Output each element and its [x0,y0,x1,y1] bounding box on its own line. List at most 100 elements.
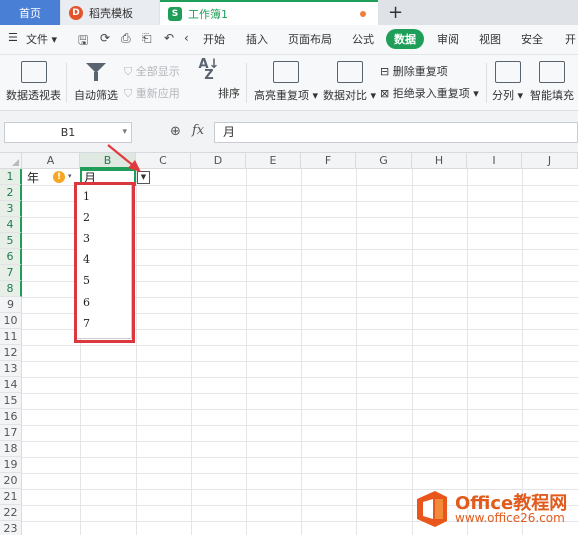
row-header-10[interactable]: 10 [0,313,22,329]
chevron-left-icon[interactable]: ‹ [184,31,189,45]
menu-start[interactable]: 开始 [203,31,225,47]
remove-duplicates-button[interactable]: ⊟ 删除重复项 [380,63,448,79]
row-header-16[interactable]: 16 [0,409,22,425]
warning-icon[interactable]: ! [53,171,65,183]
tab-template-label: 稻壳模板 [89,6,133,20]
row-header-1[interactable]: 1 [0,169,22,185]
menu-more[interactable]: 开 [565,31,576,47]
column-header-a[interactable]: A [22,153,80,169]
row-header-19[interactable]: 19 [0,457,22,473]
highlight-duplicates-button[interactable]: 高亮重复项 ▾ [254,61,318,103]
reject-duplicates-label: 拒绝录入重复项 [392,87,470,100]
column-header-f[interactable]: F [301,153,356,169]
unsaved-dot-icon [360,11,366,17]
row-header-7[interactable]: 7 [0,265,22,281]
menu-insert[interactable]: 插入 [246,31,268,47]
autofilter-button[interactable]: 自动筛选 [74,61,118,103]
row-header-8[interactable]: 8 [0,281,22,297]
fx-icon[interactable]: fx [192,123,204,138]
tab-workbook[interactable]: S 工作簿1 [160,0,378,25]
gridline [22,345,578,346]
data-compare-button[interactable]: 数据对比 ▾ [323,61,376,103]
smart-fill-button[interactable]: 智能填充 [530,61,574,103]
undo-icon[interactable]: ↶ [164,31,174,45]
autofilter-label: 自动筛选 [74,89,118,102]
smart-fill-icon [539,61,565,83]
gridline [301,169,302,535]
pivot-table-label: 数据透视表 [6,89,61,102]
column-header-j[interactable]: J [522,153,578,169]
menu-page-layout[interactable]: 页面布局 [288,31,332,47]
gridline [522,169,523,535]
tab-home[interactable]: 首页 [0,0,60,25]
row-header-6[interactable]: 6 [0,249,22,265]
column-header-b[interactable]: B [80,153,136,169]
chevron-down-icon: ▾ [514,89,524,102]
column-header-h[interactable]: H [412,153,467,169]
row-header-4[interactable]: 4 [0,217,22,233]
new-tab-button[interactable]: + [388,2,403,23]
hamburger-icon[interactable]: ☰ [8,31,18,44]
tab-template[interactable]: D 稻壳模板 [61,0,159,25]
print-preview-icon[interactable]: ⎗ [142,31,152,46]
sort-button[interactable]: 排序 [218,85,240,101]
row-header-21[interactable]: 21 [0,489,22,505]
menu-formula[interactable]: 公式 [352,31,374,47]
gridline [22,441,578,442]
name-box-value: B1 [60,126,76,139]
gridline [467,169,468,535]
row-header-11[interactable]: 11 [0,329,22,345]
split-columns-button[interactable]: 分列 ▾ [492,61,523,103]
pivot-table-button[interactable]: 数据透视表 [6,61,61,103]
row-header-9[interactable]: 9 [0,297,22,313]
gridline [22,473,578,474]
column-header-d[interactable]: D [191,153,246,169]
formula-input[interactable]: 月 [214,122,578,143]
select-all-corner[interactable] [0,153,22,169]
chevron-down-icon: ▾ [367,89,377,102]
print-icon[interactable]: ⎙ [121,31,131,46]
save-icon[interactable]: 🖫 [78,31,88,52]
row-header-13[interactable]: 13 [0,361,22,377]
dropdown-toggle-button[interactable]: ▼ [137,171,150,184]
menu-review[interactable]: 审阅 [437,31,459,47]
column-header-c[interactable]: C [136,153,191,169]
row-header-20[interactable]: 20 [0,473,22,489]
ribbon-divider [486,63,487,103]
name-box[interactable]: B1 ▾ [4,122,132,143]
split-columns-icon [494,61,521,83]
menu-view[interactable]: 视图 [479,31,501,47]
cell-a1[interactable]: 年 [27,170,39,186]
row-header-15[interactable]: 15 [0,393,22,409]
column-header-e[interactable]: E [246,153,301,169]
ribbon-divider [246,63,247,103]
row-header-22[interactable]: 22 [0,505,22,521]
watermark-url: www.office26.com [455,511,565,525]
menu-data[interactable]: 数据 [386,29,424,49]
sort-az-button[interactable]: A↓ Z [196,58,222,85]
menu-security[interactable]: 安全 [521,31,543,47]
show-all-button[interactable]: ⛉ 全部显示 [124,63,180,79]
row-header-5[interactable]: 5 [0,233,22,249]
row-header-3[interactable]: 3 [0,201,22,217]
row-header-14[interactable]: 14 [0,377,22,393]
reapply-button[interactable]: ⛉ 重新应用 [124,85,180,101]
row-header-18[interactable]: 18 [0,441,22,457]
row-header-2[interactable]: 2 [0,185,22,201]
row-header-12[interactable]: 12 [0,345,22,361]
pivot-table-icon [20,61,47,83]
gridline [356,169,357,535]
column-header-i[interactable]: I [467,153,522,169]
gridline [22,409,578,410]
menu-file-label: 文件 [26,33,48,46]
chevron-down-icon[interactable]: ▾ [68,172,72,180]
reject-duplicates-button[interactable]: ⊠ 拒绝录入重复项 ▾ [380,85,479,101]
format-painter-icon[interactable]: ⟳ [100,31,110,45]
menu-file[interactable]: 文件 ▾ [26,31,57,47]
row-header-17[interactable]: 17 [0,425,22,441]
show-all-label: 全部显示 [135,65,180,78]
formula-bar: B1 ▾ ⊕ fx 月 [0,111,578,153]
row-header-23[interactable]: 23 [0,521,22,535]
column-header-g[interactable]: G [356,153,412,169]
zoom-icon[interactable]: ⊕ [170,124,181,139]
